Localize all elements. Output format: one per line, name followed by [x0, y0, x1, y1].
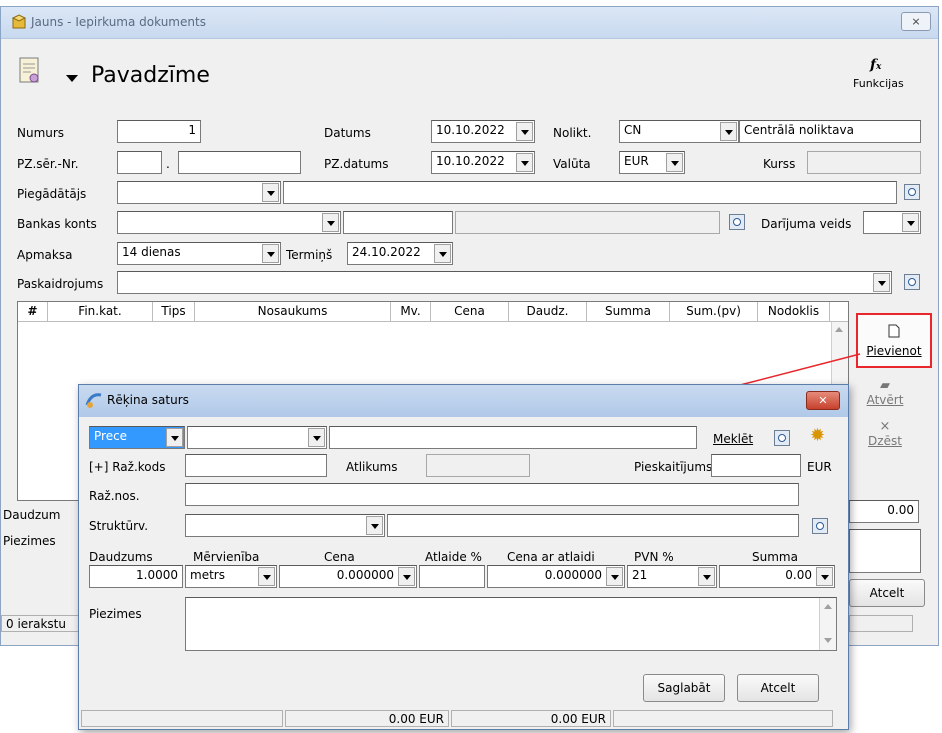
chevron-down-icon[interactable] [698, 567, 715, 586]
cena-field[interactable]: 0.000000 [279, 565, 417, 588]
chevron-down-icon[interactable] [606, 567, 623, 586]
daudzums-field[interactable]: 1.0000 [89, 565, 183, 588]
col-atlaide-label: Atlaide % [425, 550, 482, 564]
dialog-status-total: 0.00 EUR [285, 710, 449, 727]
meklet-label[interactable]: Meklēt [713, 432, 753, 446]
col-cena-label: Cena [324, 550, 355, 564]
summa-field[interactable]: 0.00 [719, 565, 835, 588]
atlaide-field[interactable] [419, 565, 485, 588]
pieskaitijums-field[interactable] [711, 454, 801, 477]
item-name-field[interactable] [329, 426, 697, 449]
dialog-cancel-button[interactable]: Atcelt [737, 674, 819, 702]
col-daudzums-label: Daudzums [89, 550, 153, 564]
strukturv-lookup-icon[interactable] [812, 518, 828, 534]
dialog-status-cell-4 [613, 710, 833, 727]
strukturv-label: Struktūrv. [89, 519, 149, 533]
raz-kods-field[interactable] [185, 454, 327, 477]
col-mervieniba-label: Mērvienība [193, 550, 260, 564]
chevron-down-icon[interactable] [258, 567, 275, 586]
app-icon [85, 393, 102, 408]
save-button[interactable]: Saglabāt [643, 674, 725, 702]
chevron-down-icon[interactable] [816, 567, 833, 586]
cena-atl-field[interactable]: 0.000000 [487, 565, 625, 588]
gear-icon[interactable]: ✹ [810, 425, 825, 446]
dialog-status-cell-1 [81, 710, 283, 727]
col-pvn-label: PVN % [634, 550, 674, 564]
search-lookup-icon[interactable] [774, 430, 790, 446]
atlikums-field [426, 454, 530, 477]
scroll-up-icon[interactable] [824, 604, 832, 609]
raz-kods-label: [+] Raž.kods [89, 460, 166, 474]
currency-label: EUR [807, 460, 832, 474]
notes-scrollbar[interactable] [819, 598, 836, 650]
item-dialog: Rēķina saturs ✕ Prece Meklēt ✹ [+] Raž.k… [78, 384, 849, 730]
pvn-select[interactable]: 21 [627, 565, 717, 588]
chevron-down-icon[interactable] [308, 428, 325, 447]
chevron-down-icon[interactable] [398, 567, 415, 586]
dialog-title: Rēķina saturs [107, 393, 189, 407]
pieskaitijums-label: Pieskaitījums [634, 460, 713, 474]
atlikums-label: Atlikums [346, 460, 398, 474]
item-type-select[interactable]: Prece [89, 426, 185, 449]
dialog-notes-field[interactable] [185, 597, 837, 651]
scroll-down-icon[interactable] [824, 638, 832, 643]
strukturv-select[interactable] [185, 514, 385, 537]
strukturv-name-field[interactable] [387, 514, 799, 537]
dialog-title-bar: Rēķina saturs ✕ [79, 385, 848, 417]
chevron-down-icon[interactable] [166, 428, 183, 447]
item-code-select[interactable] [187, 426, 327, 449]
chevron-down-icon[interactable] [366, 516, 383, 535]
dialog-close-button[interactable]: ✕ [806, 391, 840, 410]
dialog-piezimes-label: Piezimes [89, 607, 142, 621]
col-summa-label: Summa [752, 550, 798, 564]
dialog-status-total-2: 0.00 EUR [451, 710, 611, 727]
col-cena-atl-label: Cena ar atlaidi [507, 550, 595, 564]
mervieniba-select[interactable]: metrs [185, 565, 277, 588]
raz-nos-field[interactable] [185, 483, 799, 506]
raz-nos-label: Raž.nos. [89, 489, 140, 503]
